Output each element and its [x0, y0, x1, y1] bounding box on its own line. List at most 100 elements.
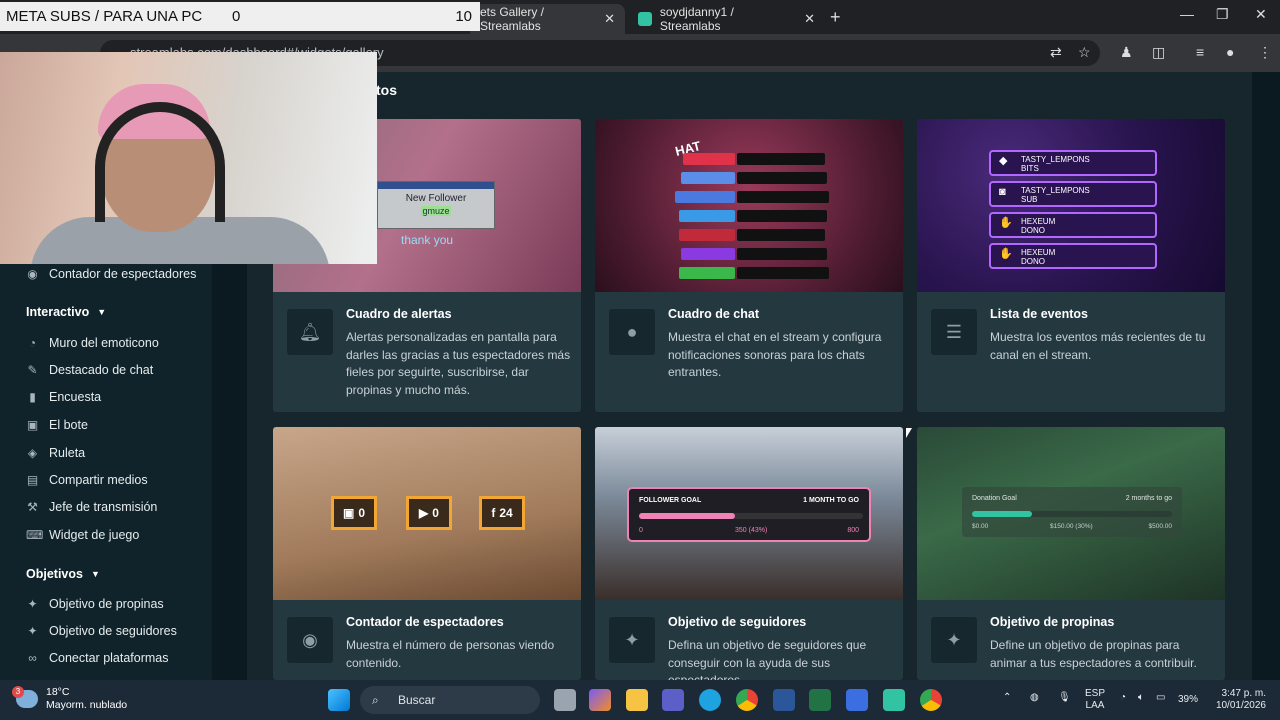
- taskbar-search[interactable]: ⌕ Buscar: [360, 686, 540, 714]
- tab-widgets-gallery[interactable]: ets Gallery / Streamlabs ✕: [470, 4, 625, 34]
- webcam-overlay: [0, 52, 377, 264]
- app-icon[interactable]: [846, 689, 868, 711]
- eye-icon: ◉: [27, 267, 38, 281]
- sidebar-item-label: Objetivo de propinas: [49, 597, 164, 611]
- battery-percent: 39%: [1178, 694, 1199, 705]
- windows-taskbar: 3 18°C Mayorm. nublado ⌕ Buscar ⌃ ◍ 🎙︎ E…: [0, 680, 1280, 720]
- bits-icon: ◆: [999, 155, 1008, 167]
- menu-kebab-icon[interactable]: ⋮: [1258, 44, 1272, 61]
- sidebar-item-label: Contador de espectadores: [49, 267, 197, 281]
- chrome-profile-icon[interactable]: [920, 689, 942, 711]
- media-icon[interactable]: ≡: [1196, 44, 1204, 60]
- card-description: Muestra el número de personas viendo con…: [346, 638, 555, 670]
- file-explorer-icon[interactable]: [626, 689, 648, 711]
- widget-card-objetivo-seguidores[interactable]: FOLLOWER GOAL 1 MONTH TO GO 0 350 (43%) …: [595, 427, 903, 680]
- profile-avatar[interactable]: ●: [1226, 44, 1234, 60]
- microphone-icon[interactable]: 🎙︎: [1058, 692, 1071, 704]
- tray-chevron-icon[interactable]: ⌃: [1003, 692, 1011, 704]
- card-title: Cuadro de alertas: [346, 307, 452, 321]
- goal-end: $500.00: [1148, 523, 1173, 530]
- copilot-icon[interactable]: [589, 689, 611, 711]
- sidebar-item-destacado-chat[interactable]: ✎ Destacado de chat: [26, 363, 153, 377]
- chat-row: [679, 267, 735, 279]
- youtube-viewer-box: ▶ 0: [406, 496, 452, 530]
- new-tab-plus-icon[interactable]: +: [830, 7, 841, 28]
- event-row: ◙ TASTY_LEMPONS SUB: [989, 181, 1157, 207]
- chat-row: [683, 153, 735, 165]
- widget-card-objetivo-propinas[interactable]: Donation Goal 2 months to go $0.00 $150.…: [917, 427, 1225, 680]
- goal-progress-fill: [639, 513, 736, 519]
- caret-down-icon: ▼: [90, 569, 100, 579]
- highlight-icon: ✎: [27, 363, 38, 377]
- wifi-icon[interactable]: ◔: [1120, 692, 1126, 704]
- goal-title: META SUBS / PARA UNA PC: [6, 8, 203, 25]
- goal-start: $0.00: [972, 523, 989, 530]
- battery-icon[interactable]: ▭: [1156, 692, 1165, 704]
- excel-icon[interactable]: [809, 689, 831, 711]
- widget-card-contador-espectadores[interactable]: ▣ 0 ▶ 0 f 24 ◉ Contador de espectadores Mue…: [273, 427, 581, 680]
- tab-soydjdanny1[interactable]: soydjdanny1 / Streamlabs ✕: [628, 4, 825, 34]
- subs-goal-overlay: META SUBS / PARA UNA PC 0 10: [0, 2, 480, 31]
- sidebar-item-el-bote[interactable]: ▣ El bote: [26, 418, 88, 432]
- minimize-icon[interactable]: —: [1180, 6, 1194, 22]
- task-view-icon[interactable]: [554, 689, 576, 711]
- chat-row: [737, 172, 827, 184]
- teams-icon[interactable]: [662, 689, 684, 711]
- sidebar-item-jefe-transmision[interactable]: ⚒ Jefe de transmisión: [26, 500, 157, 514]
- sidebar-item-objetivo-seguidores[interactable]: ✦ Objetivo de seguidores: [26, 624, 176, 638]
- card-title: Cuadro de chat: [668, 307, 759, 321]
- puzzle-icon[interactable]: ◫: [1152, 44, 1165, 61]
- goal-start: 0: [639, 527, 643, 534]
- sidebar-item-widget-juego[interactable]: ⌨ Widget de juego: [26, 528, 139, 542]
- card-title: Lista de eventos: [990, 307, 1088, 321]
- bell-icon: 🔔︎: [287, 309, 333, 355]
- chat-row: [737, 210, 827, 222]
- chat-row: [737, 191, 829, 203]
- sidebar-item-contador[interactable]: ◉ Contador de espectadores: [26, 267, 196, 281]
- sidebar-item-muro-emoticono[interactable]: ◔ Muro del emoticono: [26, 336, 159, 350]
- bookmark-star-icon[interactable]: ☆: [1078, 44, 1091, 61]
- close-icon[interactable]: ✕: [604, 11, 615, 27]
- word-icon[interactable]: [773, 689, 795, 711]
- volume-icon[interactable]: 🔈︎: [1138, 692, 1144, 704]
- chrome-icon[interactable]: [736, 689, 758, 711]
- sidebar-item-compartir-medios[interactable]: ▤ Compartir medios: [26, 473, 148, 487]
- section-title: tos: [376, 82, 397, 98]
- group-label: Interactivo: [26, 305, 90, 319]
- weather-widget[interactable]: 3 18°C Mayorm. nublado: [12, 686, 127, 712]
- goal-title: Donation Goal: [972, 495, 1017, 502]
- sidebar-item-conectar-plataformas[interactable]: ∞ Conectar plataformas: [26, 651, 169, 665]
- sidebar-group-objetivos[interactable]: Objetivos ▼: [26, 567, 100, 581]
- sidebar-item-encuesta[interactable]: ▮ Encuesta: [26, 390, 101, 404]
- follower-goal-box: FOLLOWER GOAL 1 MONTH TO GO 0 350 (43%) …: [627, 487, 871, 542]
- windows-start-icon[interactable]: [328, 689, 350, 711]
- widget-card-chat[interactable]: HAT ● Cuadro de chat Muestra el chat en …: [595, 119, 903, 412]
- window-close-icon[interactable]: ✕: [1255, 6, 1267, 23]
- sidebar-item-label: Ruleta: [49, 446, 86, 460]
- chat-row: [681, 248, 735, 260]
- scrollbar-track[interactable]: [1252, 72, 1280, 680]
- event-list-preview: ◆ TASTY_LEMPONS BITS ◙ TASTY_LEMPONS SUB ✋ HE…: [917, 119, 1225, 292]
- widget-card-eventos[interactable]: ◆ TASTY_LEMPONS BITS ◙ TASTY_LEMPONS SUB ✋ HE…: [917, 119, 1225, 412]
- maximize-icon[interactable]: ❐: [1216, 6, 1229, 23]
- card-title: Objetivo de propinas: [990, 615, 1115, 629]
- wheel-icon: ◈: [27, 446, 38, 460]
- tray-app-icon[interactable]: ◍: [1030, 692, 1039, 704]
- search-icon: ⌕: [372, 693, 379, 707]
- sidebar-group-interactivo[interactable]: Interactivo ▼: [26, 305, 106, 319]
- weather-cloud-icon: 3: [12, 686, 38, 708]
- poll-icon: ▮: [29, 390, 36, 404]
- card-description: Alertas personalizadas en pantalla para …: [346, 330, 571, 397]
- sidebar-item-objetivo-propinas[interactable]: ✦ Objetivo de propinas: [26, 597, 164, 611]
- sidebar-item-ruleta[interactable]: ◈ Ruleta: [26, 446, 85, 460]
- clock[interactable]: 3:47 p. m. 10/01/2026: [1212, 688, 1266, 712]
- close-icon[interactable]: ✕: [804, 11, 815, 27]
- sidebar-item-label: Conectar plataformas: [49, 651, 169, 665]
- tab-label: ets Gallery / Streamlabs: [480, 5, 545, 33]
- edge-icon[interactable]: [699, 689, 721, 711]
- goal-end: 800: [847, 527, 859, 534]
- translate-icon[interactable]: ⇄: [1050, 44, 1062, 61]
- streamlabs-icon[interactable]: [883, 689, 905, 711]
- language-indicator[interactable]: ESP LAA: [1085, 688, 1105, 712]
- extension-icon[interactable]: ♟: [1120, 44, 1133, 61]
